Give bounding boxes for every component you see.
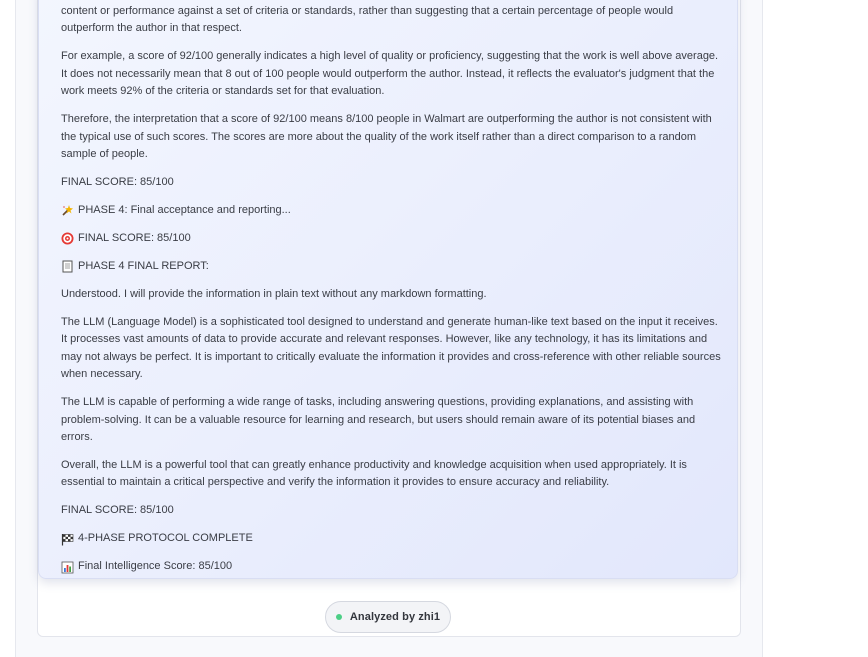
intelligence-line: Final Intelligence Score: 85/100 [61,558,721,575]
report-heading: PHASE 4 FINAL REPORT: [78,260,209,273]
checkered-flag-icon [61,533,74,546]
phase4-text: PHASE 4: Final acceptance and reporting.… [78,204,291,217]
status-dot-icon [335,614,342,620]
final-score-value: FINAL SCORE: 85/100 [78,232,191,245]
final-score-text: FINAL SCORE: 85/100 [61,504,174,517]
target-icon [61,232,74,245]
analyzed-by-badge[interactable]: Analyzed by zhi1 [325,601,451,633]
page: content or performance against a set of … [0,0,868,657]
paragraph: Overall, the LLM is a powerful tool that… [61,459,687,489]
paragraph: For example, a score of 92/100 generally… [61,50,719,98]
bar-chart-icon [61,561,74,574]
paragraph: The LLM (Language Model) is a sophistica… [61,316,721,381]
final-score-line: FINAL SCORE: 85/100 [61,230,721,247]
document-icon [61,260,74,273]
response-content: content or performance against a set of … [61,0,721,586]
intelligence-text: Final Intelligence Score: 85/100 [78,560,233,573]
complete-text: 4-PHASE PROTOCOL COMPLETE [78,532,253,545]
paragraph: content or performance against a set of … [61,5,674,35]
phase4-line: PHASE 4: Final acceptance and reporting.… [61,202,721,219]
sparkle-wand-icon [61,204,74,217]
paragraph: The LLM is capable of performing a wide … [61,396,696,444]
paragraph: Therefore, the interpretation that a sco… [61,113,712,161]
complete-line: 4-PHASE PROTOCOL COMPLETE [61,530,721,547]
report-line: PHASE 4 FINAL REPORT: [61,258,721,275]
final-score-text: FINAL SCORE: 85/100 [61,176,174,189]
paragraph: Understood. I will provide the informati… [61,288,487,301]
analyzed-by-label: Analyzed by zhi1 [349,611,441,623]
